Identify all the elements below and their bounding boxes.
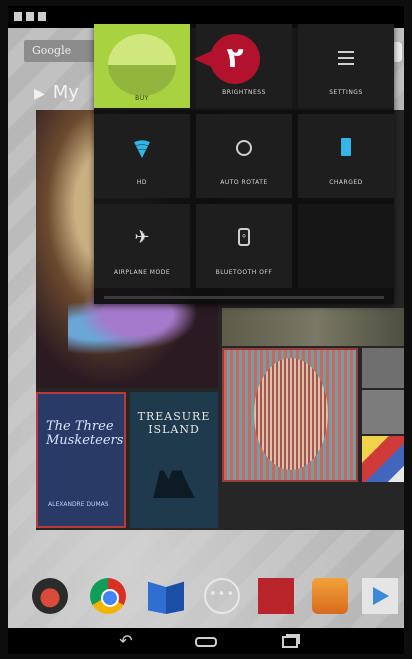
recent-apps-icon — [282, 635, 298, 648]
photo-tile[interactable] — [222, 308, 404, 346]
qs-tile-label: BRIGHTNESS — [222, 89, 266, 96]
book-title: The Three Musketeers — [46, 419, 124, 448]
qs-tile-label: AIRPLANE MODE — [113, 269, 171, 276]
movie-art-detail — [254, 358, 328, 470]
notification-icon — [14, 12, 22, 21]
all-apps-button[interactable]: ••• — [204, 578, 240, 614]
battery-icon — [341, 138, 351, 156]
auto-rotate-icon — [236, 140, 252, 156]
play-icon: ▶ — [34, 86, 45, 102]
back-icon: ↶ — [119, 631, 133, 650]
book-title: TREASURE ISLAND — [137, 410, 211, 436]
thumbnail-tile[interactable] — [362, 436, 404, 482]
qs-tile-wifi[interactable]: HD — [94, 114, 190, 198]
dock: ••• — [8, 578, 404, 622]
qs-tile-label: SETTINGS — [329, 89, 363, 96]
book-tile[interactable]: The Three Musketeers ALEXANDRE DUMAS — [36, 392, 126, 528]
notification-icon — [26, 12, 34, 21]
play-music-app-icon[interactable] — [312, 578, 348, 614]
thumbnail-tile[interactable] — [362, 348, 404, 388]
qs-tile-auto-rotate[interactable]: AUTO ROTATE — [196, 114, 292, 198]
bluetooth-icon: ∘ — [238, 228, 250, 246]
play-books-app-icon[interactable] — [148, 581, 184, 614]
chrome-app-icon[interactable] — [90, 578, 126, 614]
navigation-bar: ↶ — [8, 628, 404, 654]
qs-tile-airplane-mode[interactable]: ✈ AIRPLANE MODE — [94, 204, 190, 288]
qs-tile-empty — [298, 204, 394, 288]
thumbnail-tile[interactable] — [362, 390, 404, 434]
play-movies-app-icon[interactable] — [258, 578, 294, 614]
user-avatar-icon — [108, 34, 176, 96]
google-search-bar[interactable]: Google — [24, 40, 102, 62]
qs-tile-label: BUY — [135, 95, 149, 102]
qs-tile-bluetooth[interactable]: ∘ BLUETOOTH OFF — [196, 204, 292, 288]
play-widget-label: My — [52, 82, 79, 103]
gmail-app-icon[interactable] — [32, 578, 68, 614]
notification-icon — [38, 12, 46, 21]
panel-handle[interactable] — [104, 296, 384, 299]
recent-apps-button[interactable] — [270, 630, 310, 652]
book-author: ALEXANDRE DUMAS — [48, 501, 109, 508]
home-button[interactable] — [186, 630, 226, 652]
all-apps-glyph: ••• — [208, 587, 235, 602]
play-store-app-icon[interactable] — [362, 578, 398, 614]
qs-tile-battery[interactable]: CHARGED — [298, 114, 394, 198]
callout-marker: ٢ — [194, 34, 284, 84]
qs-tile-label: CHARGED — [329, 179, 363, 186]
home-icon — [195, 636, 217, 647]
settings-sliders-icon — [336, 48, 356, 68]
airplane-icon: ✈ — [134, 227, 150, 248]
qs-tile-user[interactable]: BUY — [94, 24, 190, 108]
play-widget-title[interactable]: ▶ My — [34, 82, 79, 103]
search-label: Google — [32, 44, 72, 57]
callout-number: ٢ — [210, 34, 260, 84]
book-tile[interactable]: TREASURE ISLAND — [130, 392, 218, 528]
ship-illustration — [153, 456, 195, 498]
tablet-screen: Google ▶ My The Three Musketeers ALEXANDR… — [8, 6, 404, 654]
qs-tile-label: BLUETOOTH OFF — [215, 269, 273, 276]
qs-tile-label: HD — [136, 179, 148, 186]
back-button[interactable]: ↶ — [106, 630, 146, 652]
qs-tile-label: AUTO ROTATE — [220, 179, 268, 186]
wifi-icon — [132, 138, 152, 158]
qs-tile-settings[interactable]: SETTINGS — [298, 24, 394, 108]
